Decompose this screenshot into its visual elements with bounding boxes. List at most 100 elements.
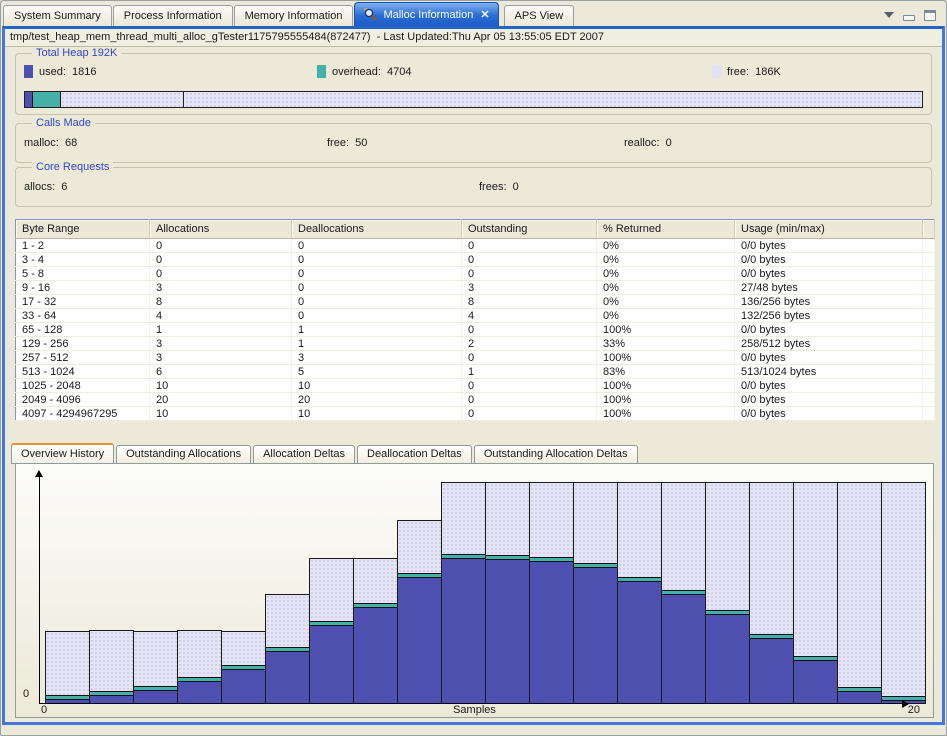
subtab-allocation-deltas[interactable]: Allocation Deltas [253, 445, 355, 464]
close-icon[interactable]: ✕ [478, 5, 489, 25]
table-cell: 1 [292, 323, 462, 337]
column-header[interactable]: Byte Range [16, 220, 150, 239]
subtab-overview-history[interactable]: Overview History [11, 443, 114, 464]
stat-realloc: realloc: 0 [624, 137, 672, 149]
column-header[interactable]: Usage (min/max) [735, 220, 923, 239]
bar-segment-free [706, 483, 749, 610]
chart-bar [793, 482, 838, 704]
tab-malloc-information[interactable]: Malloc Information ✕ [354, 2, 498, 26]
view-controls [884, 7, 936, 23]
column-header[interactable]: Deallocations [292, 220, 462, 239]
bar-segment-used [750, 639, 793, 703]
bar-segment-free [838, 483, 881, 687]
bar-segment-free [178, 631, 221, 677]
table-cell: 513/1024 bytes [735, 365, 923, 379]
table-cell: 0 [292, 281, 462, 295]
subtab-outstanding-allocations[interactable]: Outstanding Allocations [116, 445, 251, 464]
section-title: Calls Made [32, 117, 95, 129]
table-cell: 0% [597, 309, 735, 323]
table-cell: 0/0 bytes [735, 379, 923, 393]
chart-bar [749, 482, 794, 704]
table-cell [923, 407, 935, 421]
table-row[interactable]: 65 - 128110100%0/0 bytes [16, 323, 935, 337]
table-row[interactable]: 257 - 512330100%0/0 bytes [16, 351, 935, 365]
table-cell [923, 309, 935, 323]
table-row[interactable]: 2049 - 409620200100%0/0 bytes [16, 393, 935, 407]
stat-frees: frees: 0 [479, 181, 519, 193]
table-cell: 5 [292, 365, 462, 379]
table-cell: 3 [462, 281, 597, 295]
bar-segment-used [442, 559, 485, 703]
bar-segment-used [266, 652, 309, 703]
table-cell: 0/0 bytes [735, 393, 923, 407]
tab-process-information[interactable]: Process Information [113, 5, 233, 26]
table-row[interactable]: 1 - 20000%0/0 bytes [16, 239, 935, 253]
history-tab-bar: Overview History Outstanding Allocations… [11, 443, 640, 464]
chart-bar [529, 482, 574, 704]
tab-aps-view[interactable]: APS View [504, 5, 575, 26]
table-row[interactable]: 1025 - 204810100100%0/0 bytes [16, 379, 935, 393]
bar-segment-free [750, 483, 793, 634]
table-row[interactable]: 9 - 163030%27/48 bytes [16, 281, 935, 295]
table-cell: 9 - 16 [16, 281, 150, 295]
overview-history-chart: 0 0 Samples 20 [15, 463, 934, 718]
table-cell [923, 351, 935, 365]
column-header[interactable]: % Returned [597, 220, 735, 239]
minimize-icon[interactable] [903, 15, 915, 21]
column-header[interactable]: Outstanding [462, 220, 597, 239]
table-row[interactable]: 513 - 102465183%513/1024 bytes [16, 365, 935, 379]
table-cell: 5 - 8 [16, 267, 150, 281]
table-cell: 100% [597, 393, 735, 407]
overhead-swatch [317, 65, 326, 78]
subtab-outstanding-allocation-deltas[interactable]: Outstanding Allocation Deltas [474, 445, 638, 464]
tab-system-summary[interactable]: System Summary [3, 5, 112, 26]
table-cell: 0 [292, 267, 462, 281]
bar-segment-free [46, 632, 89, 695]
legend-used: used: 1816 [24, 65, 97, 78]
subtab-deallocation-deltas[interactable]: Deallocation Deltas [357, 445, 472, 464]
table-row[interactable]: 3 - 40000%0/0 bytes [16, 253, 935, 267]
table-cell [923, 365, 935, 379]
column-header[interactable] [923, 220, 935, 239]
chart-bar [485, 482, 530, 704]
chart-bar [309, 558, 354, 704]
bar-segment-free [442, 483, 485, 554]
table-cell: 6 [150, 365, 292, 379]
table-cell: 0 [292, 295, 462, 309]
table-cell: 0 [462, 407, 597, 421]
table-row[interactable]: 129 - 25631233%258/512 bytes [16, 337, 935, 351]
view-client-area: tmp/test_heap_mem_thread_multi_alloc_gTe… [2, 26, 945, 725]
table-row[interactable]: 33 - 644040%132/256 bytes [16, 309, 935, 323]
table-cell: 0% [597, 267, 735, 281]
bar-segment-free [90, 631, 133, 691]
bar-segment-used [662, 595, 705, 703]
chart-bar [353, 558, 398, 704]
table-row[interactable]: 17 - 328080%136/256 bytes [16, 295, 935, 309]
table-cell: 17 - 32 [16, 295, 150, 309]
maximize-icon[interactable] [924, 10, 936, 21]
view-menu-icon[interactable] [884, 12, 894, 23]
bar-segment-used [838, 692, 881, 703]
tab-memory-information[interactable]: Memory Information [234, 5, 354, 26]
table-cell: 0/0 bytes [735, 323, 923, 337]
heap-usage-bar [24, 91, 923, 108]
y-axis [39, 472, 40, 704]
chart-bar [177, 630, 222, 704]
table-cell: 1 - 2 [16, 239, 150, 253]
table-cell: 2 [462, 337, 597, 351]
subtab-label: Deallocation Deltas [367, 448, 462, 460]
table-cell: 8 [462, 295, 597, 309]
table-cell: 0% [597, 253, 735, 267]
table-cell: 136/256 bytes [735, 295, 923, 309]
table-row[interactable]: 5 - 80000%0/0 bytes [16, 267, 935, 281]
chart-bar [881, 482, 926, 704]
table-cell: 0 [462, 239, 597, 253]
table-row[interactable]: 4097 - 429496729510100100%0/0 bytes [16, 407, 935, 421]
column-header[interactable]: Allocations [150, 220, 292, 239]
bar-segment-used [354, 608, 397, 703]
table-cell: 0 [462, 393, 597, 407]
heap-used-segment [25, 92, 33, 107]
table-cell: 0 [150, 267, 292, 281]
section-title: Total Heap 192K [32, 47, 121, 59]
table-cell: 100% [597, 351, 735, 365]
